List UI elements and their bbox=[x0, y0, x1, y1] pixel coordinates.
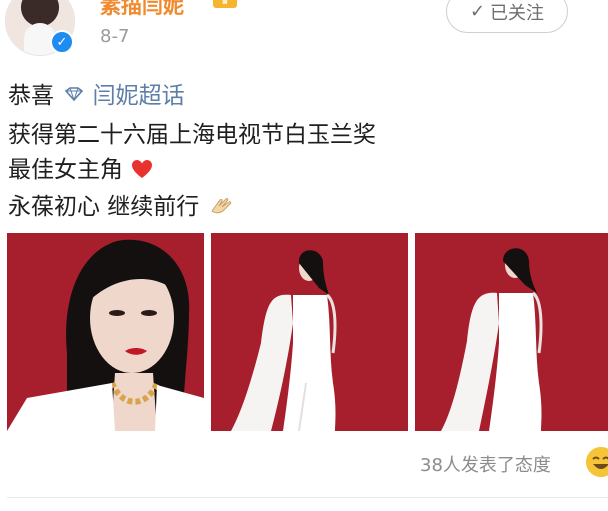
vip-crown-icon: ♛ bbox=[213, 0, 237, 8]
post-image-gown-1[interactable] bbox=[211, 233, 408, 431]
congrats-text: 恭喜 bbox=[8, 83, 54, 109]
post-header: ✓ 素描闫妮 ♛ 8-7 ✓ 已关注 bbox=[0, 0, 608, 62]
clapping-hands-icon bbox=[210, 198, 231, 214]
diamond-icon bbox=[65, 87, 84, 101]
follow-label: 已关注 bbox=[490, 2, 545, 24]
post-text-line-2: 获得第二十六届上海电视节白玉兰奖 bbox=[8, 122, 376, 148]
emoji-face bbox=[586, 447, 608, 477]
smiling-face-emoji-icon[interactable] bbox=[586, 447, 608, 477]
post-image-portrait[interactable] bbox=[7, 233, 204, 431]
verified-badge-icon: ✓ bbox=[50, 30, 74, 54]
red-heart-icon bbox=[132, 160, 153, 178]
check-icon: ✓ bbox=[469, 1, 486, 22]
award-title: 最佳女主角 bbox=[8, 157, 123, 183]
post-image-gown-2[interactable] bbox=[415, 233, 608, 431]
username[interactable]: 素描闫妮 bbox=[100, 0, 184, 20]
follow-button[interactable]: ✓ 已关注 bbox=[446, 0, 568, 33]
post-text-line-3: 最佳女主角 bbox=[8, 150, 153, 184]
post-text-line-1: 恭喜 闫妮超话 bbox=[8, 76, 185, 110]
post-date: 8-7 bbox=[100, 26, 130, 47]
divider bbox=[7, 497, 608, 498]
super-topic-link[interactable]: 闫妮超话 bbox=[93, 83, 185, 109]
motto-text: 永葆初心 继续前行 bbox=[8, 194, 200, 220]
portrait-illustration bbox=[7, 233, 204, 431]
gown-illustration-1 bbox=[211, 233, 408, 431]
post-text-line-4: 永葆初心 继续前行 bbox=[8, 187, 235, 221]
reactions-summary[interactable]: 38人发表了态度 bbox=[420, 451, 551, 477]
gown-illustration-2 bbox=[415, 233, 608, 431]
